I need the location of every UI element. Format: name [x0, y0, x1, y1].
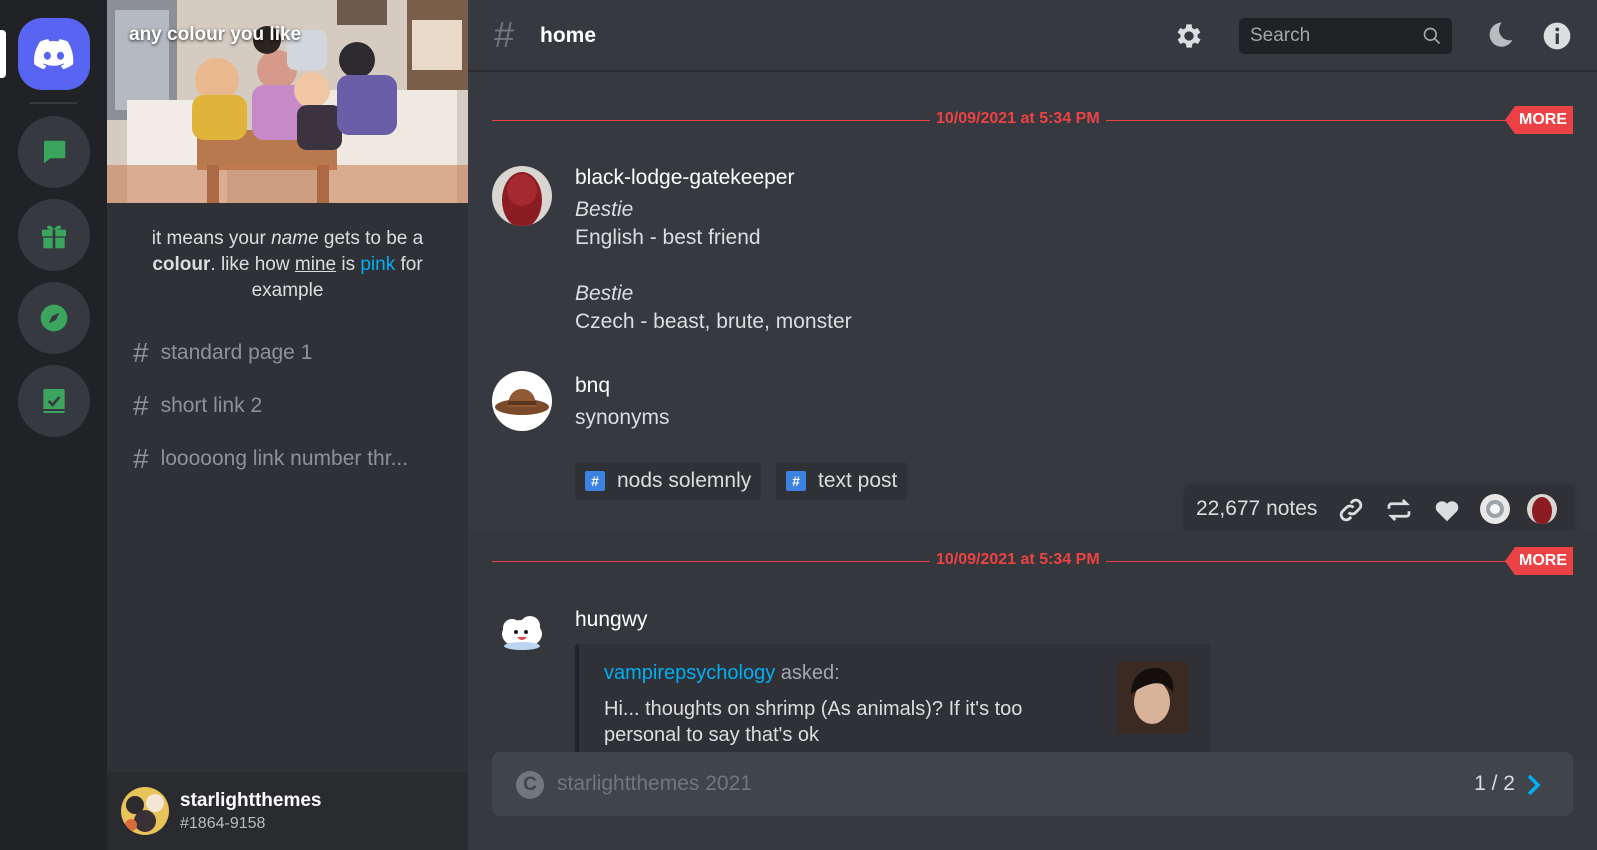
hashtag-icon: #	[133, 391, 149, 421]
link-icon[interactable]	[1336, 495, 1366, 525]
search-bar[interactable]	[1239, 18, 1452, 54]
message-line: English - best friend	[575, 226, 761, 249]
book-check-icon	[43, 389, 65, 413]
avatar[interactable]	[492, 166, 552, 226]
channel-short-link-2[interactable]: # short link 2	[133, 391, 453, 421]
user-tag: #1864-9158	[180, 815, 266, 832]
desc-text: gets to be a	[318, 228, 424, 249]
avatar[interactable]	[492, 371, 552, 431]
rail-separator	[29, 102, 77, 104]
desc-mine-word: mine	[294, 254, 337, 275]
notes-count[interactable]: 22,677 notes	[1196, 497, 1317, 521]
tag-chip[interactable]: # nods solemnly	[575, 462, 762, 500]
chat-icon	[44, 140, 66, 164]
tag-label: text post	[818, 469, 898, 492]
avatar[interactable]	[492, 602, 552, 662]
notes-bar: 22,677 notes	[1186, 484, 1573, 534]
discord-logo-icon	[34, 39, 74, 69]
asked-label: asked:	[780, 662, 840, 684]
explore-button[interactable]	[18, 282, 90, 354]
user-avatar-image	[121, 787, 169, 835]
post: 10/09/2021 at 5:34 PM MORE hungwy vampir…	[468, 530, 1597, 760]
user-avatar[interactable]	[121, 787, 169, 835]
main-content: # home 10/09/2021 at 5:34 PM MORE	[468, 0, 1597, 850]
server-rail	[0, 0, 107, 850]
page-indicator: 1 / 2	[1474, 772, 1515, 795]
reblogger-avatar[interactable]	[1480, 494, 1510, 524]
channel-title: home	[540, 24, 597, 47]
search-icon	[1423, 27, 1441, 45]
more-button[interactable]: MORE	[1505, 106, 1573, 134]
message-text: Bestie English - best friend Bestie Czec…	[575, 196, 852, 336]
user-panel: starlightthemes #1864-9158	[107, 772, 468, 850]
footer-bar: C starlightthemes 2021 1 / 2	[492, 752, 1573, 816]
desc-text: . like how	[210, 254, 295, 275]
tag-chip[interactable]: # text post	[776, 462, 908, 500]
reblogger-avatar[interactable]	[1527, 494, 1557, 524]
moon-icon[interactable]	[1483, 20, 1515, 52]
selected-indicator	[0, 30, 6, 78]
ask-header: vampirepsychology asked:	[604, 662, 840, 685]
gear-icon[interactable]	[1173, 20, 1205, 52]
desc-name-word: name	[271, 228, 319, 249]
banner-title: any colour you like	[129, 24, 302, 45]
post-date: 10/09/2021 at 5:34 PM	[930, 551, 1106, 569]
gift-icon	[42, 225, 66, 249]
chevron-right-icon[interactable]	[1525, 772, 1543, 798]
copyright-icon: C	[516, 771, 544, 799]
desc-pink-word: pink	[360, 254, 396, 275]
message-line: Bestie	[575, 282, 634, 305]
username: starlightthemes	[180, 790, 322, 811]
search-input[interactable]	[1239, 25, 1414, 47]
cowboy-hat-avatar	[492, 371, 552, 431]
post: 10/09/2021 at 5:34 PM MORE black-lodge-g…	[468, 88, 1597, 534]
asker-avatar[interactable]	[1117, 662, 1188, 733]
channel-label: standard page 1	[160, 341, 313, 364]
desc-colour-word: colour	[152, 254, 211, 275]
asker-link[interactable]: vampirepsychology	[604, 662, 775, 684]
discord-home-button[interactable]	[18, 18, 90, 90]
footer-credit: starlightthemes 2021	[557, 772, 752, 795]
message-author[interactable]: black-lodge-gatekeeper	[575, 166, 794, 190]
message-text: synonyms	[575, 406, 670, 429]
channel-label: looooong link number thr...	[160, 447, 409, 470]
avatar-image	[1117, 662, 1188, 733]
avatar-image	[1480, 494, 1510, 524]
ask-question: Hi... thoughts on shrimp (As animals)? I…	[604, 698, 1023, 746]
server-description: it means your name gets to be a colour. …	[121, 226, 454, 304]
hashtag-icon: #	[786, 471, 806, 491]
cloud-avatar	[492, 602, 552, 662]
hashtag-icon: #	[133, 338, 149, 368]
message-author[interactable]: bnq	[575, 374, 610, 398]
heart-icon[interactable]	[1432, 495, 1462, 525]
hashtag-icon: #	[585, 471, 605, 491]
hashtag-icon: #	[494, 14, 515, 55]
ask-box: vampirepsychology asked: Hi... thoughts …	[575, 644, 1211, 760]
channel-standard-page-1[interactable]: # standard page 1	[133, 338, 453, 368]
channel-long-link-3[interactable]: # looooong link number thr...	[133, 444, 453, 474]
desc-text: it means your	[151, 228, 272, 249]
channel-header: # home	[468, 0, 1597, 72]
gift-button[interactable]	[18, 199, 90, 271]
channel-label: short link 2	[160, 394, 263, 417]
info-icon[interactable]	[1541, 20, 1573, 52]
messages-button[interactable]	[18, 116, 90, 188]
book-button[interactable]	[18, 365, 90, 437]
compass-icon	[40, 304, 68, 332]
more-button[interactable]: MORE	[1505, 547, 1573, 575]
tag-label: nods solemnly	[617, 469, 752, 492]
message-line: Bestie	[575, 198, 634, 221]
message-author[interactable]: hungwy	[575, 608, 647, 632]
avatar-image	[1527, 494, 1557, 524]
post-date: 10/09/2021 at 5:34 PM	[930, 110, 1106, 128]
channel-sidebar: any colour you like it means your name g…	[107, 0, 468, 850]
hashtag-icon: #	[133, 444, 149, 474]
reblog-icon[interactable]	[1384, 495, 1414, 525]
avatar-image	[492, 166, 552, 226]
server-banner: any colour you like	[107, 0, 468, 203]
desc-text: is	[336, 254, 361, 275]
message-line: Czech - beast, brute, monster	[575, 310, 852, 333]
